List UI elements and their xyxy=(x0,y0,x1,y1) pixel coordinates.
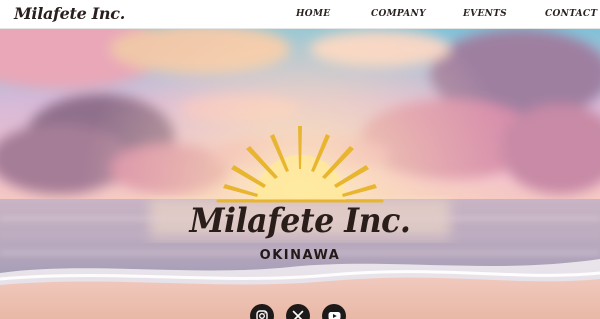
hero-title: Milafete Inc. xyxy=(189,201,411,241)
hero-background-image xyxy=(0,29,600,319)
top-navbar: Milafete Inc. HOME COMPANY EVENTS CONTAC… xyxy=(0,0,600,29)
nav-company[interactable]: COMPANY xyxy=(371,9,426,19)
youtube-glyph xyxy=(328,312,340,319)
hero-subtitle: OKINAWA xyxy=(259,248,341,263)
x-glyph xyxy=(292,310,304,319)
nav-events[interactable]: EVENTS xyxy=(463,9,507,19)
nav-home[interactable]: HOME xyxy=(296,9,330,19)
hero-banner xyxy=(0,29,600,319)
page-scrollbar[interactable] xyxy=(596,0,600,319)
nav-contact[interactable]: CONTACT xyxy=(545,9,597,19)
site-logo[interactable]: Milafete Inc. xyxy=(14,4,125,23)
instagram-glyph xyxy=(256,310,268,319)
